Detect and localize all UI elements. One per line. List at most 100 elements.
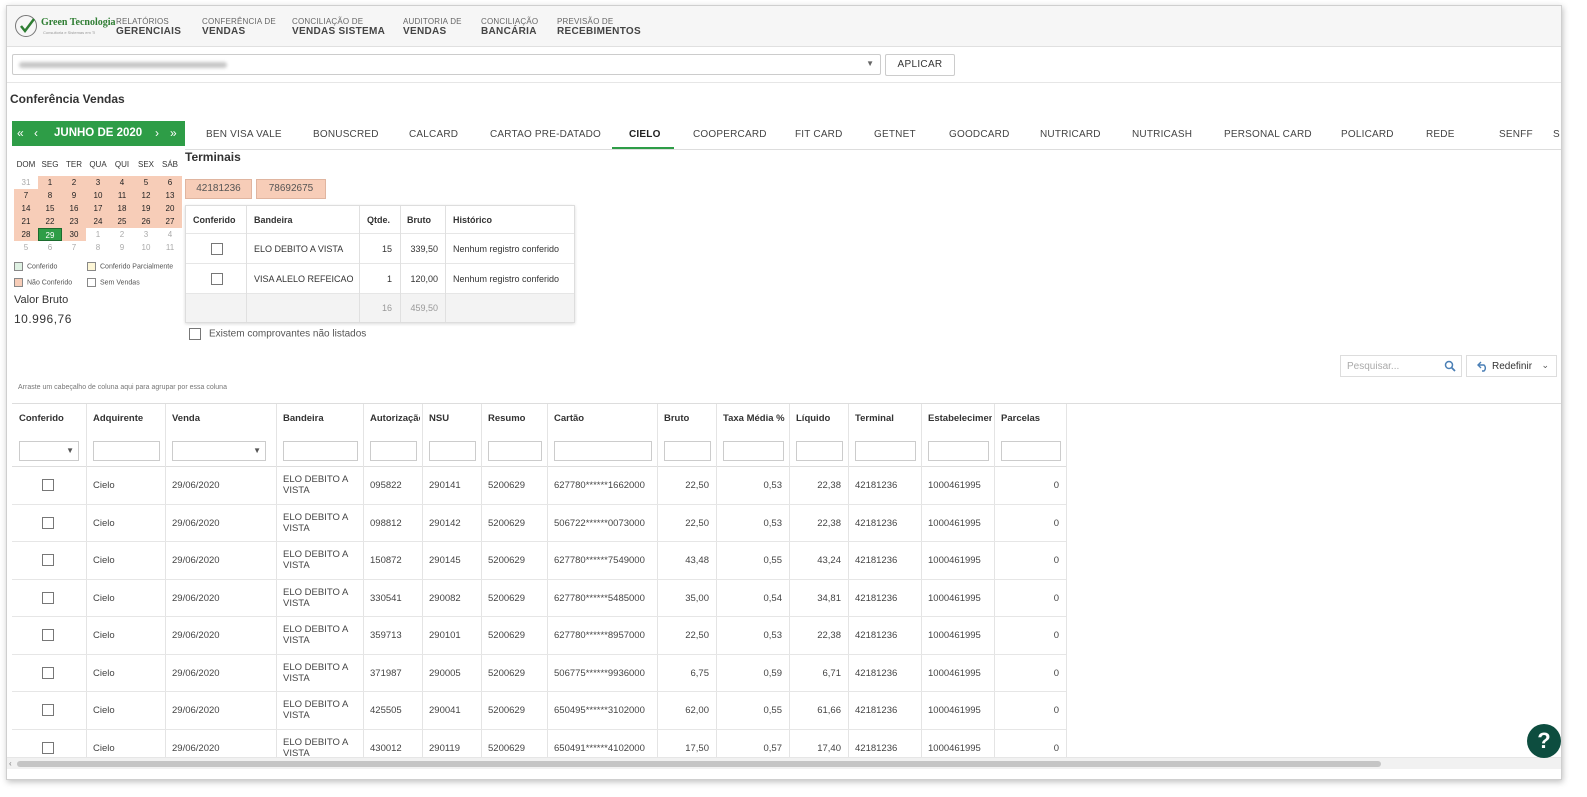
calendar-day[interactable]: 10 bbox=[134, 241, 158, 254]
grid-col-terminal[interactable]: Terminal bbox=[855, 404, 919, 434]
grid-col-taxa[interactable]: Taxa Média % bbox=[723, 404, 787, 434]
apply-button[interactable]: APLICAR bbox=[885, 54, 955, 76]
calendar-day[interactable]: 2 bbox=[110, 228, 134, 241]
calendar-day[interactable]: 18 bbox=[110, 202, 134, 215]
search-icon[interactable] bbox=[1444, 360, 1456, 375]
summary-col-bandeira[interactable]: Bandeira bbox=[254, 206, 293, 233]
nav-auditoria-vendas[interactable]: AUDITORIA DE VENDAS bbox=[403, 17, 462, 37]
table-row[interactable]: Cielo 29/06/2020 ELO DEBITO A VISTA 330541 2… bbox=[12, 580, 1066, 617]
calendar-title[interactable]: JUNHO DE 2020 bbox=[54, 127, 142, 139]
table-row[interactable]: Cielo 29/06/2020 ELO DEBITO A VISTA 098812 2… bbox=[12, 505, 1066, 542]
grid-col-nsu[interactable]: NSU bbox=[429, 404, 479, 434]
row-checkbox[interactable] bbox=[42, 554, 54, 566]
calendar-day[interactable]: 20 bbox=[158, 202, 182, 215]
grid-filter-input[interactable] bbox=[370, 441, 417, 461]
tab-nutricash[interactable]: NUTRICASH bbox=[1132, 129, 1192, 140]
calendar-day[interactable]: 30 bbox=[62, 228, 86, 241]
grid-filter-input[interactable] bbox=[93, 441, 160, 461]
redefinir-button[interactable]: Redefinir ⌄ bbox=[1466, 355, 1557, 377]
calendar-day[interactable]: 19 bbox=[134, 202, 158, 215]
calendar-day[interactable]: 6 bbox=[38, 241, 62, 254]
calendar-day[interactable]: 3 bbox=[134, 228, 158, 241]
grid-filter-select[interactable]: ▼ bbox=[172, 441, 266, 461]
grid-filter-input[interactable] bbox=[796, 441, 843, 461]
table-row[interactable]: Cielo 29/06/2020 ELO DEBITO A VISTA 359713 2… bbox=[12, 617, 1066, 655]
calendar-day[interactable]: 27 bbox=[158, 215, 182, 228]
scroll-left-icon[interactable]: ‹ bbox=[9, 759, 12, 768]
calendar-day[interactable]: 6 bbox=[158, 176, 182, 189]
tab-cielo[interactable]: CIELO bbox=[629, 129, 661, 140]
tab-ben-visa-vale[interactable]: BEN VISA VALE bbox=[206, 129, 282, 140]
grid-filter-input[interactable] bbox=[664, 441, 711, 461]
calendar-day[interactable]: 1 bbox=[38, 176, 62, 189]
grid-filter-input[interactable] bbox=[283, 441, 358, 461]
grid-col-conferido[interactable]: Conferido bbox=[19, 404, 84, 434]
grid-filter-input[interactable] bbox=[928, 441, 989, 461]
tab-goodcard[interactable]: GOODCARD bbox=[949, 129, 1010, 140]
nav-previsao-recebimentos[interactable]: PREVISÃO DE RECEBIMENTOS bbox=[557, 17, 641, 37]
row-checkbox[interactable] bbox=[42, 666, 54, 679]
calendar-day[interactable]: 8 bbox=[38, 189, 62, 202]
grid-col-liquido[interactable]: Líquido bbox=[796, 404, 846, 434]
next-month-icon[interactable]: › bbox=[155, 126, 159, 140]
nav-conferencia-vendas[interactable]: CONFERÊNCIA DE VENDAS bbox=[202, 17, 276, 37]
calendar-day[interactable]: 21 bbox=[14, 215, 38, 228]
tab-senff[interactable]: SENFF bbox=[1499, 129, 1533, 140]
tab-coopercard[interactable]: COOPERCARD bbox=[693, 129, 767, 140]
prev-year-icon[interactable]: « bbox=[17, 126, 24, 140]
tab-s[interactable]: S bbox=[1553, 129, 1560, 140]
tab-personal-card[interactable]: PERSONAL CARD bbox=[1224, 129, 1312, 140]
calendar-day[interactable]: 17 bbox=[86, 202, 110, 215]
calendar-day[interactable]: 4 bbox=[158, 228, 182, 241]
nao-listados-option[interactable]: Existem comprovantes não listados bbox=[189, 328, 366, 340]
summary-row-checkbox[interactable] bbox=[211, 273, 223, 285]
grid-col-venda[interactable]: Venda bbox=[172, 404, 274, 434]
calendar-day[interactable]: 10 bbox=[86, 189, 110, 202]
summary-row-checkbox[interactable] bbox=[211, 243, 223, 255]
grid-filter-input[interactable] bbox=[723, 441, 784, 461]
calendar-day[interactable]: 12 bbox=[134, 189, 158, 202]
table-row[interactable]: Cielo 29/06/2020 ELO DEBITO A VISTA 150872 2… bbox=[12, 542, 1066, 580]
grid-col-bandeira[interactable]: Bandeira bbox=[283, 404, 361, 434]
calendar-day[interactable]: 7 bbox=[14, 189, 38, 202]
table-row[interactable]: Cielo 29/06/2020 ELO DEBITO A VISTA 425505 2… bbox=[12, 692, 1066, 730]
grid-col-bruto[interactable]: Bruto bbox=[664, 404, 714, 434]
grid-filter-input[interactable] bbox=[429, 441, 476, 461]
calendar-day[interactable]: 25 bbox=[110, 215, 134, 228]
calendar-day[interactable]: 16 bbox=[62, 202, 86, 215]
grid-filter-select[interactable]: ▼ bbox=[19, 441, 79, 461]
calendar-day[interactable]: 29 bbox=[38, 228, 62, 241]
summary-col-qtde[interactable]: Qtde. bbox=[367, 206, 390, 233]
calendar-day[interactable]: 15 bbox=[38, 202, 62, 215]
scrollbar-thumb[interactable] bbox=[17, 761, 1381, 767]
grid-col-estabelecimento[interactable]: Estabelecimento bbox=[928, 404, 992, 434]
row-checkbox[interactable] bbox=[42, 516, 54, 529]
calendar-day[interactable]: 13 bbox=[158, 189, 182, 202]
brand-logo[interactable]: Green Tecnologia Consultoria e Sistemas … bbox=[15, 13, 116, 41]
nav-relatorios-gerenciais[interactable]: RELATÓRIOS GERENCIAIS bbox=[116, 17, 181, 37]
calendar-day[interactable]: 5 bbox=[134, 176, 158, 189]
summary-col-bruto[interactable]: Bruto bbox=[407, 206, 431, 233]
grid-filter-input[interactable] bbox=[488, 441, 542, 461]
tab-bonuscred[interactable]: BONUSCRED bbox=[313, 129, 379, 140]
calendar-day[interactable]: 31 bbox=[14, 176, 38, 189]
calendar-day[interactable]: 2 bbox=[62, 176, 86, 189]
calendar-day[interactable]: 9 bbox=[110, 241, 134, 254]
nao-listados-checkbox[interactable] bbox=[189, 328, 201, 340]
terminal-chip[interactable]: 42181236 bbox=[185, 179, 252, 199]
row-checkbox[interactable] bbox=[42, 741, 54, 754]
calendar-day[interactable]: 3 bbox=[86, 176, 110, 189]
next-year-icon[interactable]: » bbox=[170, 126, 177, 140]
grid-col-adquirente[interactable]: Adquirente bbox=[93, 404, 163, 434]
prev-month-icon[interactable]: ‹ bbox=[34, 126, 38, 140]
table-row[interactable]: Cielo 29/06/2020 ELO DEBITO A VISTA 095822 2… bbox=[12, 467, 1066, 505]
row-checkbox[interactable] bbox=[42, 704, 54, 716]
calendar-day[interactable]: 5 bbox=[14, 241, 38, 254]
nav-conciliacao-bancaria[interactable]: CONCILIAÇÃO BANCÁRIA bbox=[481, 17, 538, 37]
establishment-select[interactable]: ▼ bbox=[12, 54, 881, 75]
calendar-day[interactable]: 28 bbox=[14, 228, 38, 241]
calendar-day[interactable]: 22 bbox=[38, 215, 62, 228]
summary-col-conferido[interactable]: Conferido bbox=[193, 206, 236, 233]
calendar-day[interactable]: 14 bbox=[14, 202, 38, 215]
calendar-day[interactable]: 7 bbox=[62, 241, 86, 254]
